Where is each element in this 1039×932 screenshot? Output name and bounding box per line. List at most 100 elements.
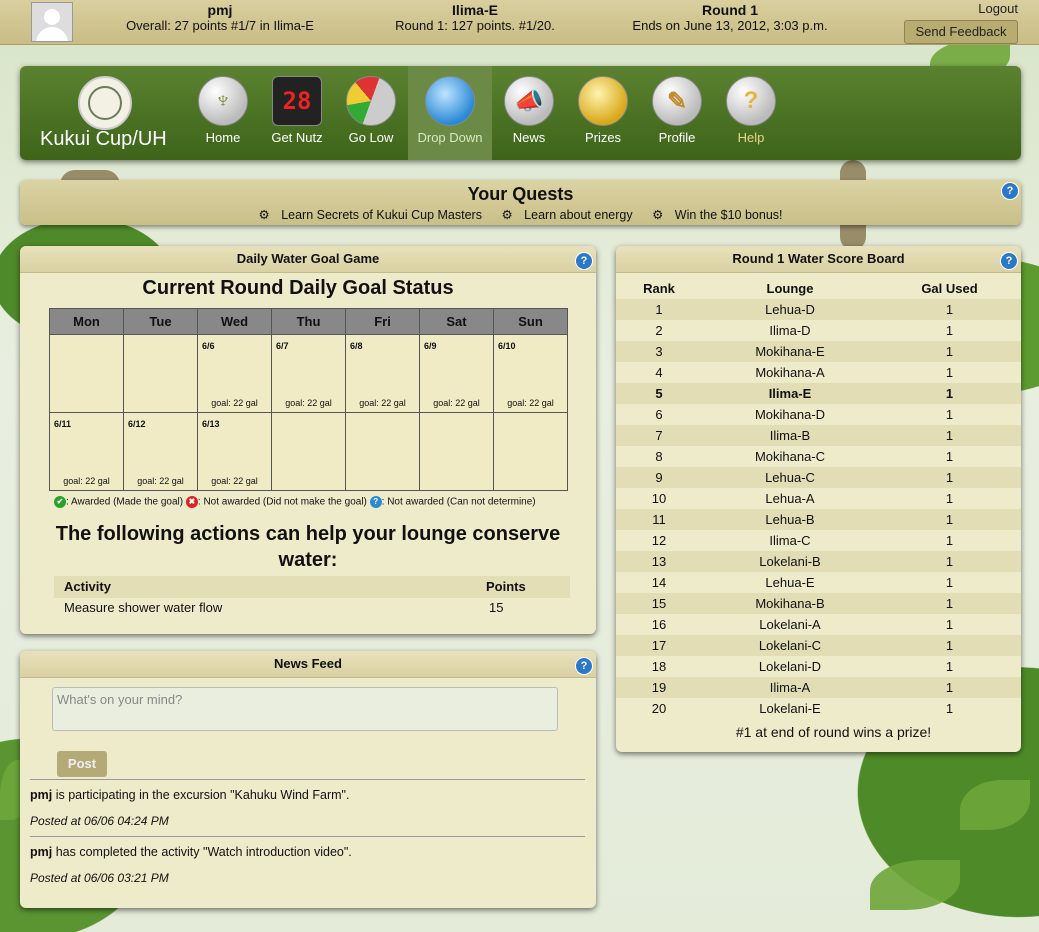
scoreboard-rank: 9 xyxy=(655,470,663,485)
scoreboard-row: 2 Ilima-D 1 xyxy=(616,320,1021,341)
scoreboard-row: 11 Lehua-B 1 xyxy=(616,509,1021,530)
scoreboard-row: 8 Mokihana-C 1 xyxy=(616,446,1021,467)
scoreboard-gal: 1 xyxy=(945,386,954,401)
x-icon: ✖ xyxy=(185,496,198,508)
scoreboard-gal: 1 xyxy=(945,575,954,590)
quests-bar: Your Quests ⚙ Learn Secrets of Kukui Cup… xyxy=(20,180,1021,225)
activity-link[interactable]: Measure shower water flow xyxy=(64,598,222,618)
profile-icon: ✎ xyxy=(652,76,702,126)
send-feedback-button[interactable]: Send Feedback xyxy=(904,20,1018,44)
scoreboard-gal: 1 xyxy=(945,302,954,317)
scoreboard-gal: 1 xyxy=(945,344,954,359)
feed-user[interactable]: pmj xyxy=(30,788,52,802)
scoreboard-row: 15 Mokihana-B 1 xyxy=(616,593,1021,614)
post-button[interactable]: Post xyxy=(57,751,107,777)
scoreboard-icon: 28 xyxy=(272,76,322,126)
quest-item[interactable]: ⚙ Learn Secrets of Kukui Cup Masters xyxy=(254,208,486,222)
scoreboard-rank: 17 xyxy=(651,638,667,653)
nav-label: Get Nutz xyxy=(271,130,323,145)
legend-awarded: : Awarded (Made the goal) xyxy=(66,496,184,508)
feed-text: has completed the activity "Watch introd… xyxy=(52,845,352,859)
nav-prizes[interactable]: Prizes xyxy=(566,66,640,160)
scoreboard-gal: 1 xyxy=(945,407,954,422)
water-scoreboard-panel: Round 1 Water Score Board ? Rank Lounge … xyxy=(616,246,1021,752)
gear-icon: ⚙ xyxy=(501,208,513,222)
calendar-day: 6/10 goal: 22 gal xyxy=(493,334,568,413)
scoreboard-rank: 2 xyxy=(655,323,663,338)
help-icon[interactable]: ? xyxy=(1000,252,1018,270)
scoreboard-row: 10 Lehua-A 1 xyxy=(616,488,1021,509)
brand-title[interactable]: Kukui Cup/UH xyxy=(40,128,167,151)
nav-label: News xyxy=(512,130,546,145)
nav-go-low[interactable]: Go Low xyxy=(334,66,408,160)
scoreboard-gal: 1 xyxy=(945,701,954,716)
scoreboard-lounge: Ilima-E xyxy=(768,386,812,401)
top-bar: pmj Overall: 27 points #1/7 in Ilima-E I… xyxy=(0,0,1039,45)
nav-home[interactable]: ♆ Home xyxy=(186,66,260,160)
day-header: Tue xyxy=(123,308,198,335)
help-icon[interactable]: ? xyxy=(575,657,593,675)
scoreboard-lounge: Mokihana-C xyxy=(754,449,826,464)
calendar-day: 6/7 goal: 22 gal xyxy=(271,334,346,413)
scoreboard-lounge: Lehua-E xyxy=(765,575,815,590)
calendar-day xyxy=(123,334,198,413)
activity-header: Activity xyxy=(64,579,111,594)
scoreboard-rank: 15 xyxy=(651,596,667,611)
round-summary: Round 1 Ends on June 13, 2012, 3:03 p.m. xyxy=(610,2,850,33)
scoreboard-row: 6 Mokihana-D 1 xyxy=(616,404,1021,425)
scoreboard-table: Rank Lounge Gal Used 1 Lehua-D 1 2 Ilima-D 1 3… xyxy=(616,278,1021,719)
nav-drop-down[interactable]: Drop Down xyxy=(408,66,492,160)
help-icon[interactable]: ? xyxy=(1001,182,1019,200)
feed-text: is participating in the excursion "Kahuk… xyxy=(52,788,350,802)
actions-header: Activity Points xyxy=(54,576,570,598)
logout-link[interactable]: Logout xyxy=(978,1,1018,16)
nav-label: Home xyxy=(205,130,241,145)
check-icon: ✔ xyxy=(54,496,66,508)
scoreboard-gal: 1 xyxy=(945,491,954,506)
calendar-day: 6/11 goal: 22 gal xyxy=(49,412,124,491)
quest-list: ⚙ Learn Secrets of Kukui Cup Masters ⚙ L… xyxy=(20,207,1021,222)
day-header: Sat xyxy=(419,308,494,335)
question-icon: ? xyxy=(726,76,776,126)
scoreboard-lounge: Lehua-C xyxy=(765,470,815,485)
medal-icon xyxy=(578,76,628,126)
scoreboard-rank: 13 xyxy=(651,554,667,569)
main-nav: Kukui Cup/UH ♆ Home 28 Get Nutz Go Low D… xyxy=(20,66,1021,160)
university-seal-icon[interactable] xyxy=(78,76,132,130)
scoreboard-gal: 1 xyxy=(945,638,954,653)
help-icon[interactable]: ? xyxy=(575,252,593,270)
username[interactable]: pmj xyxy=(105,2,335,18)
nav-label: Go Low xyxy=(348,130,394,145)
nav-get-nutz[interactable]: 28 Get Nutz xyxy=(260,66,334,160)
scoreboard-header: Rank Lounge Gal Used xyxy=(643,281,978,296)
news-feed-panel: News Feed ? What's on your mind? Post pm… xyxy=(20,651,596,908)
megaphone-icon: 📣 xyxy=(504,76,554,126)
nav-profile[interactable]: ✎ Profile xyxy=(640,66,714,160)
feed-user[interactable]: pmj xyxy=(30,845,52,859)
water-drop-icon xyxy=(425,76,475,126)
scoreboard-lounge: Lokelani-D xyxy=(758,659,822,674)
scoreboard-lounge: Lokelani-B xyxy=(759,554,821,569)
avatar[interactable] xyxy=(31,2,73,42)
scoreboard-rank: 12 xyxy=(651,533,667,548)
scoreboard-rank: 1 xyxy=(655,302,663,317)
scoreboard-gal: 1 xyxy=(945,533,954,548)
scoreboard-rank: 11 xyxy=(652,512,666,527)
scoreboard-row: 17 Lokelani-C 1 xyxy=(616,635,1021,656)
post-input[interactable]: What's on your mind? xyxy=(52,687,558,731)
nav-news[interactable]: 📣 News xyxy=(492,66,566,160)
scoreboard-gal: 1 xyxy=(945,554,954,569)
nav-label: Help xyxy=(737,130,765,145)
quest-item[interactable]: ⚙ Win the $10 bonus! xyxy=(648,208,786,222)
calendar-day: 6/6 goal: 22 gal xyxy=(197,334,272,413)
quest-item[interactable]: ⚙ Learn about energy xyxy=(497,208,636,222)
scoreboard-rank: 16 xyxy=(651,617,667,632)
scoreboard-rank: 18 xyxy=(651,659,667,674)
scoreboard-gal: 1 xyxy=(945,365,954,380)
scoreboard-rank: 3 xyxy=(655,344,663,359)
calendar-day: 6/8 goal: 22 gal xyxy=(345,334,420,413)
scoreboard-row: 7 Ilima-B 1 xyxy=(616,425,1021,446)
calendar-day xyxy=(271,412,346,491)
panel-title: News Feed xyxy=(20,651,596,678)
nav-help[interactable]: ? Help xyxy=(714,66,788,160)
